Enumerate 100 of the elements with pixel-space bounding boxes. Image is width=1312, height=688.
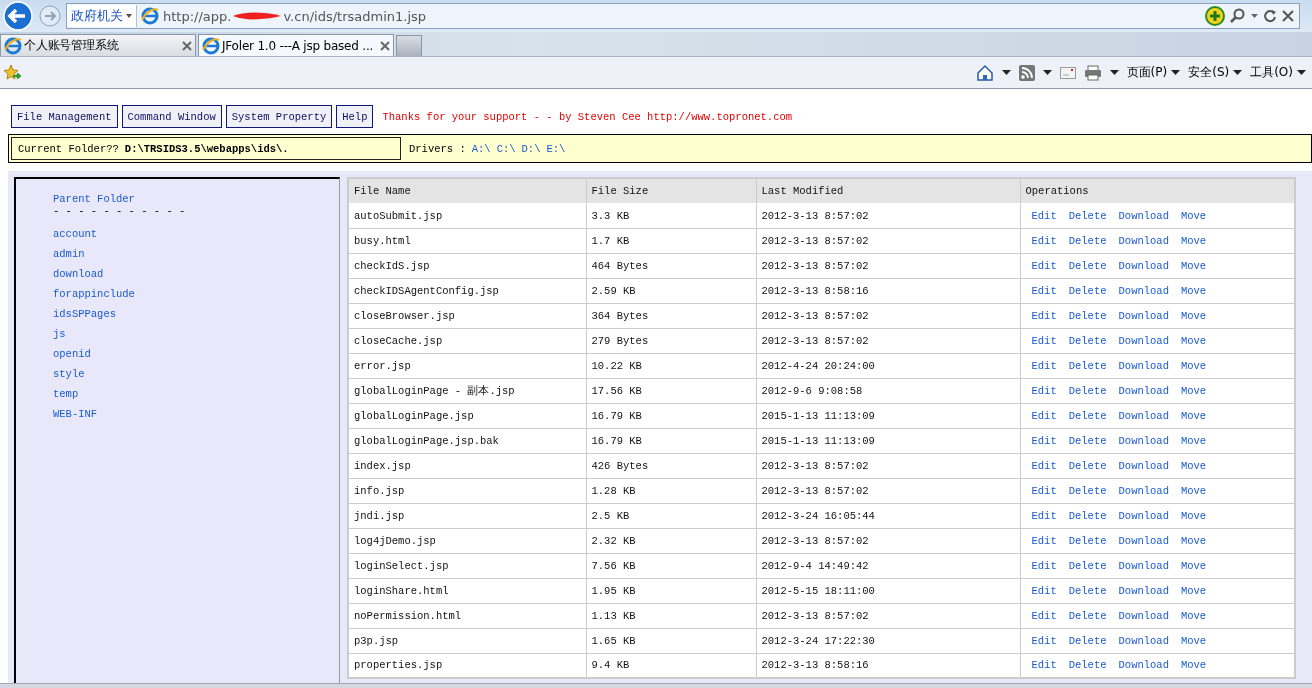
close-icon[interactable] xyxy=(380,40,390,51)
folder-link[interactable]: WEB-INF xyxy=(53,404,98,424)
operation-link[interactable]: Delete xyxy=(1068,308,1107,323)
nav-button[interactable]: Help xyxy=(336,105,374,128)
nav-button[interactable]: System Property xyxy=(225,105,333,128)
operation-link[interactable]: Edit xyxy=(1031,358,1057,373)
operation-link[interactable]: Download xyxy=(1118,508,1169,523)
operation-link[interactable]: Edit xyxy=(1031,558,1057,573)
drive-link[interactable]: D:\ xyxy=(521,142,541,155)
back-icon[interactable] xyxy=(2,1,34,31)
operation-link[interactable]: Edit xyxy=(1031,533,1057,548)
operation-link[interactable]: Download xyxy=(1118,608,1169,623)
operation-link[interactable]: Download xyxy=(1118,408,1169,423)
operation-link[interactable]: Move xyxy=(1180,283,1207,298)
toolbar-menu[interactable]: 工具(O) xyxy=(1250,64,1306,81)
folder-link[interactable]: admin xyxy=(53,244,85,264)
operation-link[interactable]: Edit xyxy=(1031,208,1057,223)
printer-icon[interactable] xyxy=(1083,64,1102,81)
feed-icon[interactable] xyxy=(1018,64,1035,81)
browser-tab[interactable]: JFoler 1.0 ---A jsp based ... xyxy=(198,34,394,56)
operation-link[interactable]: Download xyxy=(1118,333,1169,348)
operation-link[interactable]: Edit xyxy=(1031,483,1057,498)
operation-link[interactable]: Edit xyxy=(1031,433,1057,448)
operation-link[interactable]: Delete xyxy=(1068,433,1107,448)
operation-link[interactable]: Delete xyxy=(1068,208,1107,223)
operation-link[interactable]: Delete xyxy=(1068,458,1107,473)
add-icon[interactable] xyxy=(1205,6,1225,26)
operation-link[interactable]: Move xyxy=(1180,233,1207,248)
operation-link[interactable]: Move xyxy=(1180,633,1207,648)
operation-link[interactable]: Move xyxy=(1180,483,1207,498)
operation-link[interactable]: Download xyxy=(1118,433,1169,448)
caret-icon[interactable] xyxy=(1109,70,1119,75)
operation-link[interactable]: Delete xyxy=(1068,258,1107,273)
operation-link[interactable]: Delete xyxy=(1068,483,1107,498)
operation-link[interactable]: Delete xyxy=(1068,358,1107,373)
operation-link[interactable]: Download xyxy=(1118,458,1169,473)
operation-link[interactable]: Move xyxy=(1180,208,1207,223)
operation-link[interactable]: Move xyxy=(1180,508,1207,523)
close-icon[interactable] xyxy=(1282,10,1294,22)
operation-link[interactable]: Edit xyxy=(1031,258,1057,273)
favorites-icon[interactable] xyxy=(3,63,21,82)
operation-link[interactable]: Download xyxy=(1118,483,1169,498)
operation-link[interactable]: Move xyxy=(1180,458,1207,473)
folder-link[interactable]: openid xyxy=(53,344,91,364)
address-field[interactable]: 政府机关 http://app. v.cn/ids/trsadmin1.jsp xyxy=(66,3,1300,29)
operation-link[interactable]: Edit xyxy=(1031,583,1057,598)
operation-link[interactable]: Delete xyxy=(1068,508,1107,523)
operation-link[interactable]: Download xyxy=(1118,583,1169,598)
operation-link[interactable]: Download xyxy=(1118,658,1169,673)
operation-link[interactable]: Edit xyxy=(1031,283,1057,298)
caret-icon[interactable] xyxy=(1042,70,1052,75)
operation-link[interactable]: Move xyxy=(1180,608,1207,623)
operation-link[interactable]: Delete xyxy=(1068,533,1107,548)
nav-button[interactable]: Command Window xyxy=(121,105,222,128)
folder-link[interactable]: download xyxy=(53,264,104,284)
operation-link[interactable]: Edit xyxy=(1031,608,1057,623)
operation-link[interactable]: Download xyxy=(1118,258,1169,273)
operation-link[interactable]: Edit xyxy=(1031,458,1057,473)
operation-link[interactable]: Delete xyxy=(1068,383,1107,398)
operation-link[interactable]: Move xyxy=(1180,558,1207,573)
operation-link[interactable]: Delete xyxy=(1068,608,1107,623)
operation-link[interactable]: Delete xyxy=(1068,633,1107,648)
operation-link[interactable]: Edit xyxy=(1031,658,1057,673)
operation-link[interactable]: Delete xyxy=(1068,583,1107,598)
operation-link[interactable]: Download xyxy=(1118,208,1169,223)
operation-link[interactable]: Move xyxy=(1180,408,1207,423)
drive-link[interactable]: C:\ xyxy=(496,142,516,155)
operation-link[interactable]: Download xyxy=(1118,383,1169,398)
operation-link[interactable]: Move xyxy=(1180,358,1207,373)
operation-link[interactable]: Edit xyxy=(1031,333,1057,348)
operation-link[interactable]: Download xyxy=(1118,558,1169,573)
operation-link[interactable]: Download xyxy=(1118,283,1169,298)
operation-link[interactable]: Move xyxy=(1180,533,1207,548)
operation-link[interactable]: Edit xyxy=(1031,233,1057,248)
folder-link[interactable]: account xyxy=(53,224,98,244)
refresh-icon[interactable] xyxy=(1263,9,1277,23)
browser-tab[interactable]: 个人账号管理系统 xyxy=(0,34,196,56)
mail-icon[interactable] xyxy=(1059,66,1076,79)
drive-link[interactable]: A:\ xyxy=(471,142,491,155)
operation-link[interactable]: Download xyxy=(1118,633,1169,648)
operation-link[interactable]: Move xyxy=(1180,258,1207,273)
operation-link[interactable]: Download xyxy=(1118,358,1169,373)
operation-link[interactable]: Move xyxy=(1180,383,1207,398)
operation-link[interactable]: Edit xyxy=(1031,408,1057,423)
operation-link[interactable]: Edit xyxy=(1031,308,1057,323)
caret-icon[interactable] xyxy=(1001,70,1011,75)
toolbar-menu[interactable]: 页面(P) xyxy=(1126,64,1181,81)
operation-link[interactable]: Delete xyxy=(1068,233,1107,248)
operation-link[interactable]: Move xyxy=(1180,433,1207,448)
folder-link[interactable]: temp xyxy=(53,384,79,404)
nav-button[interactable]: File Management xyxy=(11,105,118,128)
operation-link[interactable]: Delete xyxy=(1068,408,1107,423)
home-icon[interactable] xyxy=(975,63,994,82)
search-icon[interactable] xyxy=(1230,8,1246,24)
folder-link[interactable]: style xyxy=(53,364,85,384)
operation-link[interactable]: Delete xyxy=(1068,558,1107,573)
drive-link[interactable]: E:\ xyxy=(546,142,566,155)
folder-link[interactable]: idsSPPages xyxy=(53,304,116,324)
operation-link[interactable]: Delete xyxy=(1068,333,1107,348)
toolbar-menu[interactable]: 安全(S) xyxy=(1188,64,1243,81)
